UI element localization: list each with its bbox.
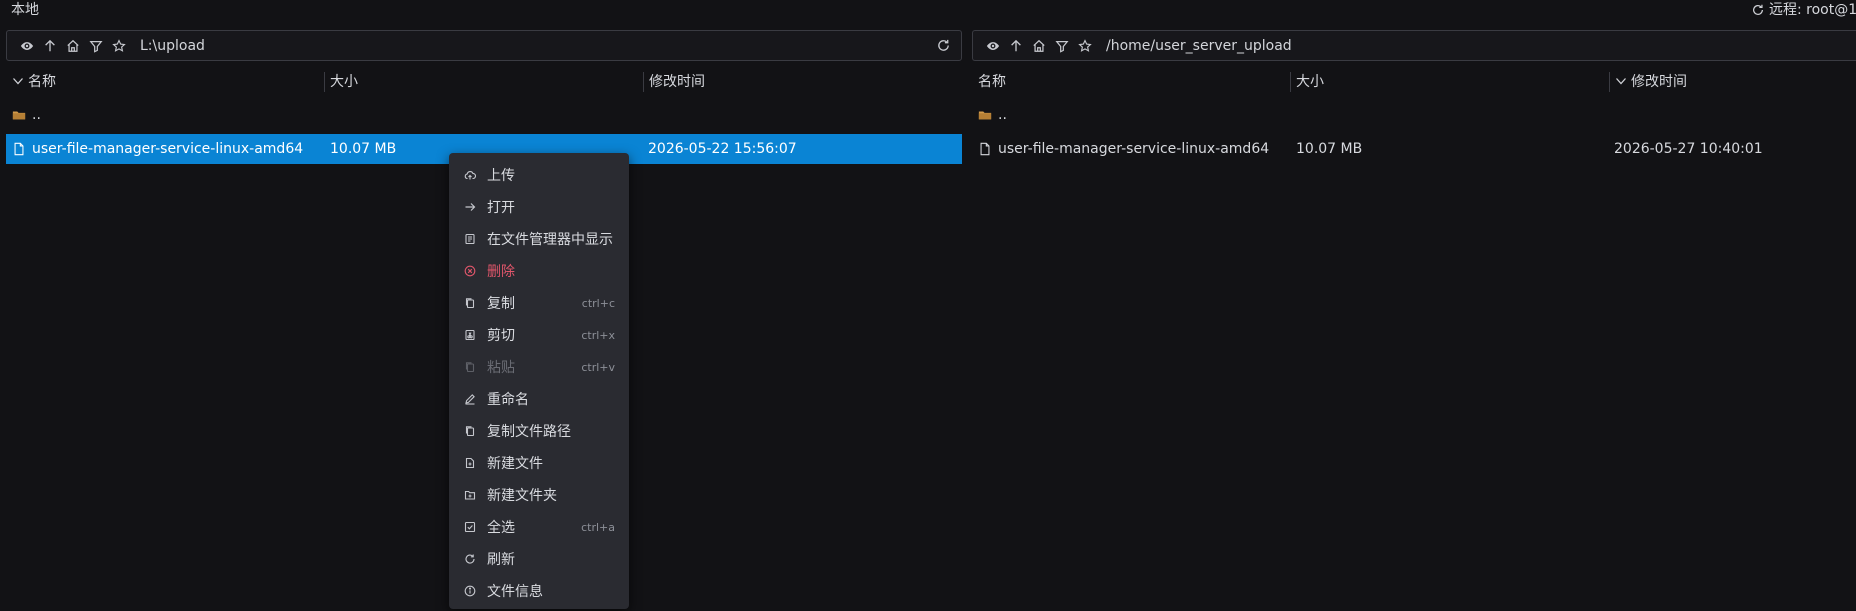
local-parent-dir-row[interactable]: .. <box>6 100 962 130</box>
file-size: 10.07 MB <box>330 141 397 157</box>
file-transfer-window: 本地 远程: root@12 L:\upload <box>0 0 1856 611</box>
menu-item-upload[interactable]: 上传 <box>449 159 629 191</box>
menu-item-refresh[interactable]: 刷新 <box>449 543 629 575</box>
star-icon[interactable] <box>1077 38 1093 54</box>
menu-item-rename[interactable]: 重命名 <box>449 383 629 415</box>
explorer-icon <box>464 233 476 245</box>
folder-icon <box>978 111 992 120</box>
file-modified: 2026-05-22 15:56:07 <box>648 141 797 157</box>
local-col-size[interactable]: 大小 <box>330 66 358 96</box>
file-size: 10.07 MB <box>1296 141 1363 157</box>
file-modified: 2026-05-27 10:40:01 <box>1614 141 1763 157</box>
local-pane-label: 本地 <box>11 2 39 18</box>
arrow-up-icon[interactable] <box>42 38 58 54</box>
check-square-icon <box>464 521 476 533</box>
remote-connection-label[interactable]: 远程: root@12 <box>1751 0 1856 20</box>
refresh-icon[interactable] <box>1751 3 1765 17</box>
remote-col-modified[interactable]: 修改时间 <box>1615 66 1687 96</box>
chevron-down-icon <box>1616 78 1626 85</box>
arrow-right-icon <box>464 201 476 213</box>
menu-item-label: 重命名 <box>487 392 529 408</box>
folder-icon <box>12 111 26 120</box>
menu-item-label: 粘贴 <box>487 360 515 376</box>
menu-item-open[interactable]: 打开 <box>449 191 629 223</box>
parent-dir-label: .. <box>32 107 41 123</box>
filter-icon[interactable] <box>88 38 104 54</box>
menu-item-new-file[interactable]: 新建文件 <box>449 447 629 479</box>
menu-item-label: 复制 <box>487 296 515 312</box>
eye-icon[interactable] <box>985 38 1001 54</box>
paste-icon <box>464 361 476 373</box>
delete-circle-icon <box>464 265 476 277</box>
file-name: user-file-manager-service-linux-amd64 <box>32 141 304 157</box>
local-path-bar: L:\upload <box>6 30 962 61</box>
menu-item-label: 新建文件 <box>487 456 543 472</box>
column-divider[interactable] <box>1290 72 1291 92</box>
menu-item-label: 全选 <box>487 520 515 536</box>
home-icon[interactable] <box>65 38 81 54</box>
copy-path-icon <box>464 425 476 437</box>
shortcut-label: ctrl+c <box>581 296 615 310</box>
menu-item-delete[interactable]: 删除 <box>449 255 629 287</box>
remote-pane: /home/user_server_upload 名称 大小 修改时间 .. u… <box>972 30 1856 611</box>
remote-file-row[interactable]: user-file-manager-service-linux-amd64 10… <box>972 134 1856 164</box>
file-icon <box>14 142 24 156</box>
menu-item-label: 新建文件夹 <box>487 488 557 504</box>
local-col-modified[interactable]: 修改时间 <box>649 66 705 96</box>
menu-item-new-folder[interactable]: 新建文件夹 <box>449 479 629 511</box>
menu-item-label: 剪切 <box>487 328 515 344</box>
refresh-icon <box>464 553 476 565</box>
column-divider[interactable] <box>324 72 325 92</box>
cut-icon <box>464 329 476 341</box>
remote-connection-text: 远程: root@12 <box>1769 2 1856 18</box>
shortcut-label: ctrl+v <box>581 360 615 374</box>
copy-icon <box>464 297 476 309</box>
menu-item-file-info[interactable]: 文件信息 <box>449 575 629 607</box>
menu-item-label: 刷新 <box>487 552 515 568</box>
home-icon[interactable] <box>1031 38 1047 54</box>
local-col-name[interactable]: 名称 <box>12 66 56 96</box>
local-column-headers: 名称 大小 修改时间 <box>6 66 962 96</box>
local-refresh-icon[interactable] <box>936 38 952 54</box>
menu-item-label: 在文件管理器中显示 <box>487 232 613 248</box>
info-icon <box>464 585 476 597</box>
file-icon <box>980 142 990 156</box>
new-file-icon <box>464 457 476 469</box>
column-divider[interactable] <box>1609 72 1610 92</box>
column-divider[interactable] <box>643 72 644 92</box>
remote-column-headers: 名称 大小 修改时间 <box>972 66 1856 96</box>
menu-item-paste[interactable]: 粘贴 ctrl+v <box>449 351 629 383</box>
shortcut-label: ctrl+x <box>581 328 615 342</box>
remote-col-name[interactable]: 名称 <box>978 66 1006 96</box>
parent-dir-label: .. <box>998 107 1007 123</box>
menu-item-label: 删除 <box>487 264 515 280</box>
context-menu: 上传 打开 在文件管理器中显示 删除 复制 ctrl+c 剪切 ctrl+x 粘… <box>449 153 629 609</box>
pencil-icon <box>464 393 476 405</box>
menu-item-label: 打开 <box>487 200 515 216</box>
remote-path-input[interactable]: /home/user_server_upload <box>1106 38 1292 54</box>
menu-item-show-in-explorer[interactable]: 在文件管理器中显示 <box>449 223 629 255</box>
remote-path-bar: /home/user_server_upload <box>972 30 1856 61</box>
arrow-up-icon[interactable] <box>1008 38 1024 54</box>
menu-item-label: 文件信息 <box>487 584 543 600</box>
menu-item-label: 复制文件路径 <box>487 424 571 440</box>
upload-cloud-icon <box>464 169 476 181</box>
shortcut-label: ctrl+a <box>581 520 615 534</box>
star-icon[interactable] <box>111 38 127 54</box>
menu-item-cut[interactable]: 剪切 ctrl+x <box>449 319 629 351</box>
remote-parent-dir-row[interactable]: .. <box>972 100 1856 130</box>
new-folder-icon <box>464 489 476 501</box>
file-name: user-file-manager-service-linux-amd64 <box>998 141 1270 157</box>
menu-item-copy-path[interactable]: 复制文件路径 <box>449 415 629 447</box>
local-path-input[interactable]: L:\upload <box>140 38 205 54</box>
eye-icon[interactable] <box>19 38 35 54</box>
menu-item-select-all[interactable]: 全选 ctrl+a <box>449 511 629 543</box>
filter-icon[interactable] <box>1054 38 1070 54</box>
menu-item-label: 上传 <box>487 168 515 184</box>
chevron-down-icon <box>13 78 23 85</box>
menu-item-copy[interactable]: 复制 ctrl+c <box>449 287 629 319</box>
remote-col-size[interactable]: 大小 <box>1296 66 1324 96</box>
